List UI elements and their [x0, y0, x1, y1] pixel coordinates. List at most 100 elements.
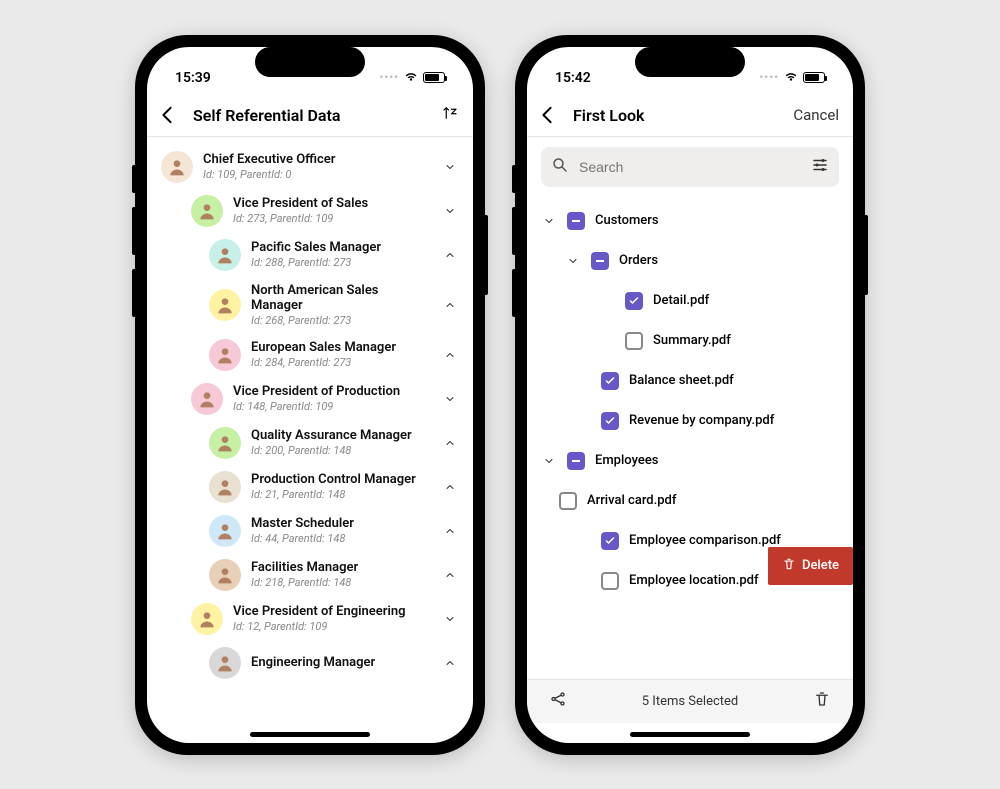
tree-label: Detail.pdf: [653, 293, 839, 308]
tree-label: Arrival card.pdf: [587, 493, 839, 508]
checkbox[interactable]: [601, 412, 619, 430]
expand-toggle[interactable]: [441, 569, 459, 581]
row-title: Engineering Manager: [251, 655, 431, 671]
delete-button[interactable]: Delete: [768, 547, 853, 585]
status-time: 15:39: [175, 70, 211, 86]
tree-row[interactable]: Facilities ManagerId: 218, ParentId: 148: [147, 553, 473, 597]
sort-az-button[interactable]: [441, 104, 459, 126]
expand-toggle[interactable]: [441, 525, 459, 537]
tree-row[interactable]: Quality Assurance ManagerId: 200, Parent…: [147, 421, 473, 465]
row-text: Vice President of SalesId: 273, ParentId…: [233, 196, 431, 225]
avatar: [209, 239, 241, 271]
avatar: [209, 647, 241, 679]
tree-row[interactable]: Arrival card.pdf: [527, 481, 853, 521]
row-text: Production Control ManagerId: 21, Parent…: [251, 472, 431, 501]
tree-row[interactable]: Vice President of EngineeringId: 12, Par…: [147, 597, 473, 641]
row-title: Chief Executive Officer: [203, 152, 431, 168]
tree-label: Summary.pdf: [653, 333, 839, 348]
row-text: European Sales ManagerId: 284, ParentId:…: [251, 340, 431, 369]
row-text: Pacific Sales ManagerId: 288, ParentId: …: [251, 240, 431, 269]
tree-row[interactable]: Detail.pdf: [527, 281, 853, 321]
row-title: Vice President of Engineering: [233, 604, 431, 620]
expand-toggle[interactable]: [441, 613, 459, 625]
row-text: Quality Assurance ManagerId: 200, Parent…: [251, 428, 431, 457]
row-text: North American Sales ManagerId: 268, Par…: [251, 283, 431, 327]
expand-toggle[interactable]: [441, 657, 459, 669]
tree-row[interactable]: Vice President of SalesId: 273, ParentId…: [147, 189, 473, 233]
share-button[interactable]: [549, 690, 567, 712]
row-subtitle: Id: 200, ParentId: 148: [251, 444, 431, 457]
expand-toggle[interactable]: [441, 299, 459, 311]
tree-label: Customers: [595, 213, 839, 228]
checkbox[interactable]: [591, 252, 609, 270]
row-text: Master SchedulerId: 44, ParentId: 148: [251, 516, 431, 545]
search-input[interactable]: [579, 159, 801, 175]
avatar: [161, 151, 193, 183]
checkbox[interactable]: [559, 492, 577, 510]
row-title: European Sales Manager: [251, 340, 431, 356]
header: Self Referential Data: [147, 95, 473, 137]
checkbox[interactable]: [601, 532, 619, 550]
avatar: [191, 603, 223, 635]
checkbox[interactable]: [625, 292, 643, 310]
wifi-icon: [783, 70, 799, 86]
checkbox[interactable]: [625, 332, 643, 350]
tree-row[interactable]: Engineering Manager: [147, 641, 473, 685]
expand-toggle[interactable]: [441, 161, 459, 173]
wifi-icon: [403, 70, 419, 86]
avatar: [209, 427, 241, 459]
side-button-right: [865, 215, 868, 295]
expand-toggle[interactable]: [565, 255, 581, 267]
search-icon: [551, 156, 569, 178]
tree-row[interactable]: Revenue by company.pdf: [527, 401, 853, 441]
side-buttons-left: [512, 165, 515, 317]
tree-row[interactable]: North American Sales ManagerId: 268, Par…: [147, 277, 473, 333]
avatar: [209, 515, 241, 547]
tree-label: Revenue by company.pdf: [629, 413, 839, 428]
avatar: [209, 289, 241, 321]
checkbox[interactable]: [567, 452, 585, 470]
cancel-button[interactable]: Cancel: [793, 106, 839, 124]
row-title: Quality Assurance Manager: [251, 428, 431, 444]
tree-row[interactable]: Master SchedulerId: 44, ParentId: 148: [147, 509, 473, 553]
row-subtitle: Id: 268, ParentId: 273: [251, 314, 431, 327]
tree-label: Orders: [619, 253, 839, 268]
expand-toggle[interactable]: [441, 393, 459, 405]
row-title: Master Scheduler: [251, 516, 431, 532]
expand-toggle[interactable]: [441, 437, 459, 449]
tree-row[interactable]: Employees: [527, 441, 853, 481]
back-button[interactable]: [161, 106, 183, 124]
content[interactable]: Customers Orders Detail.pdf Summary.pdf Bala…: [527, 197, 853, 743]
checkbox[interactable]: [601, 572, 619, 590]
expand-toggle[interactable]: [441, 249, 459, 261]
row-subtitle: Id: 284, ParentId: 273: [251, 356, 431, 369]
battery-icon: [803, 72, 825, 83]
tree-row[interactable]: Pacific Sales ManagerId: 288, ParentId: …: [147, 233, 473, 277]
trash-button[interactable]: [813, 690, 831, 712]
expand-toggle[interactable]: [441, 481, 459, 493]
tree-row[interactable]: Summary.pdf: [527, 321, 853, 361]
content[interactable]: Chief Executive OfficerId: 109, ParentId…: [147, 137, 473, 743]
filter-icon[interactable]: [811, 156, 829, 178]
row-title: Vice President of Sales: [233, 196, 431, 212]
tree-row[interactable]: Customers: [527, 201, 853, 241]
checkbox[interactable]: [601, 372, 619, 390]
tree-row[interactable]: Orders: [527, 241, 853, 281]
search-bar[interactable]: [541, 147, 839, 187]
tree-row[interactable]: Vice President of ProductionId: 148, Par…: [147, 377, 473, 421]
back-button[interactable]: [541, 106, 563, 124]
expand-toggle[interactable]: [541, 455, 557, 467]
status-icons: ••••: [759, 70, 825, 86]
row-subtitle: Id: 44, ParentId: 148: [251, 532, 431, 545]
tree-row[interactable]: Production Control ManagerId: 21, Parent…: [147, 465, 473, 509]
tree-row[interactable]: Chief Executive OfficerId: 109, ParentId…: [147, 145, 473, 189]
expand-toggle[interactable]: [441, 349, 459, 361]
expand-toggle[interactable]: [541, 215, 557, 227]
bottom-bar: 5 Items Selected: [527, 679, 853, 723]
checkbox[interactable]: [567, 212, 585, 230]
header: First Look Cancel: [527, 95, 853, 137]
phone-right: 15:42 •••• First Look Cancel: [515, 35, 865, 755]
expand-toggle[interactable]: [441, 205, 459, 217]
tree-row[interactable]: Balance sheet.pdf: [527, 361, 853, 401]
tree-row[interactable]: European Sales ManagerId: 284, ParentId:…: [147, 333, 473, 377]
